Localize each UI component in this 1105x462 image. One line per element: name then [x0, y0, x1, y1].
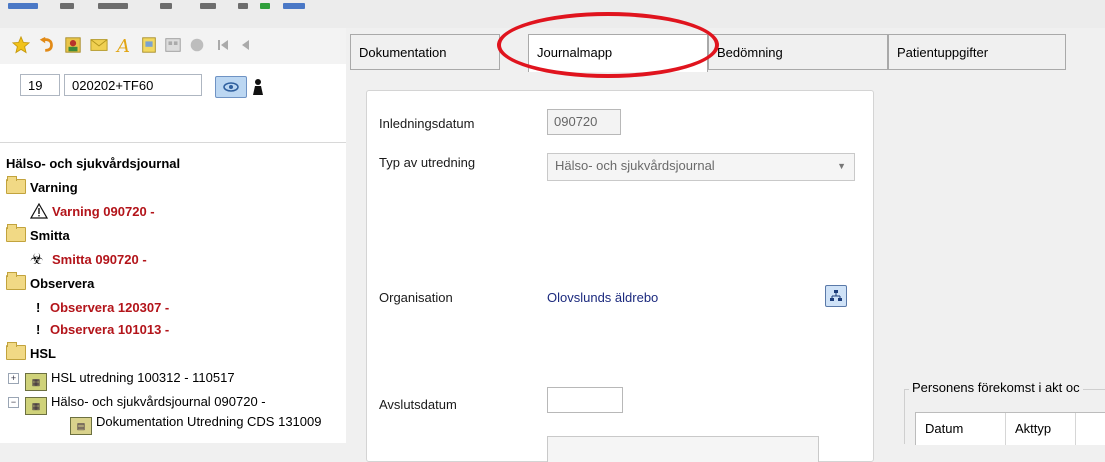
tree-item-observera-1[interactable]: ! Observera 120307 -	[36, 298, 169, 318]
tree-item-label: Dokumentation Utredning CDS 131009	[96, 414, 322, 429]
prev-icon[interactable]	[234, 34, 256, 56]
warning-triangle-icon	[29, 202, 49, 219]
tree-folder-label: Varning	[30, 180, 78, 195]
view-icon[interactable]	[215, 76, 247, 98]
exclamation-icon: !	[36, 322, 41, 337]
tree-item-label: Smitta 090720 -	[52, 252, 147, 267]
toolbar-icon[interactable]	[160, 3, 172, 9]
typ-select[interactable]: Hälso- och sjukvårdsjournal ▼	[547, 153, 855, 181]
divider	[0, 142, 346, 143]
partial-select[interactable]	[547, 436, 819, 462]
collapse-minus-icon[interactable]: −	[8, 397, 19, 408]
note-icon[interactable]	[138, 34, 160, 56]
toolbar-icon[interactable]	[98, 3, 128, 9]
typ-label: Typ av utredning	[379, 155, 476, 170]
undo-icon[interactable]	[36, 34, 58, 56]
document-icon: ▤	[70, 417, 92, 435]
tab-patientuppgifter[interactable]: Patientuppgifter	[888, 34, 1066, 70]
tree-folder-label: Smitta	[30, 228, 70, 243]
left-toolbar: A	[0, 28, 346, 64]
tree-folder-smitta[interactable]: Smitta	[6, 224, 70, 246]
toolbar-icon[interactable]	[238, 3, 248, 9]
tree-item-observera-2[interactable]: ! Observera 101013 -	[36, 320, 169, 340]
document-folder-icon: ▦	[25, 397, 47, 415]
person-icon[interactable]	[62, 34, 84, 56]
tab-journalmapp[interactable]: Journalmapp	[528, 34, 708, 72]
toolbar-icon[interactable]	[8, 3, 38, 9]
toolbar-icon[interactable]	[200, 3, 216, 9]
gallery-icon[interactable]	[162, 34, 184, 56]
svg-text:A: A	[115, 36, 130, 55]
folder-icon	[6, 176, 26, 194]
toolbar-icon[interactable]	[260, 3, 270, 9]
avslutsdatum-field[interactable]	[547, 387, 623, 413]
left-panel: A 19 020202+TF60 Hälso- och sjukvårdsjou…	[0, 28, 347, 443]
tree-item-label: Hälso- och sjukvårdsjournal 090720 -	[51, 394, 266, 409]
tree-folder-hsl[interactable]: HSL	[6, 342, 56, 364]
record-icon[interactable]	[186, 34, 208, 56]
tree-folder-varning[interactable]: Varning	[6, 176, 78, 198]
folder-icon	[6, 272, 26, 290]
patient-id-field[interactable]: 020202+TF60	[64, 74, 202, 96]
organisation-tree-button[interactable]	[825, 285, 847, 307]
forekomst-group-title: Personens förekomst i akt oc	[909, 380, 1083, 395]
tree-folder-label: Observera	[30, 276, 95, 291]
folder-icon	[6, 342, 26, 360]
tree-folder-label: HSL	[30, 346, 56, 361]
folder-icon	[6, 224, 26, 242]
toolbar-icon[interactable]	[283, 3, 305, 9]
inledningsdatum-label: Inledningsdatum	[379, 116, 475, 131]
exclamation-icon: !	[36, 300, 41, 315]
main-area: Dokumentation Journalmapp Bedömning Pati…	[346, 28, 1105, 462]
tree-item-hsl-journal[interactable]: − ▦ Hälso- och sjukvårdsjournal 090720 -	[8, 392, 266, 415]
toolbar-icon[interactable]	[60, 3, 74, 9]
tree-item-hsl-utredning[interactable]: + ▦ HSL utredning 100312 - 110517	[8, 368, 235, 391]
tab-bedomning[interactable]: Bedömning	[708, 34, 888, 70]
tree-item-label: HSL utredning 100312 - 110517	[51, 370, 235, 385]
tree-item-varning[interactable]: Varning 090720 -	[29, 202, 155, 222]
document-folder-icon: ▦	[25, 373, 47, 391]
forekomst-group: Personens förekomst i akt oc Datum Aktty…	[904, 380, 1105, 445]
tree-folder-observera[interactable]: Observera	[6, 272, 95, 294]
tab-bar: Dokumentation Journalmapp Bedömning Pati…	[350, 34, 1105, 72]
typ-select-value: Hälso- och sjukvårdsjournal	[555, 158, 715, 173]
organisation-value: Olovslunds äldrebo	[547, 290, 659, 305]
expand-plus-icon[interactable]: +	[8, 373, 19, 384]
column-header-datum[interactable]: Datum	[916, 413, 1006, 445]
text-style-icon[interactable]: A	[114, 34, 136, 56]
chevron-down-icon: ▼	[837, 161, 846, 171]
forekomst-grid-header: Datum Akttyp	[915, 412, 1105, 445]
tree-item-dokumentation[interactable]: ▤ Dokumentation Utredning CDS 131009	[70, 412, 322, 435]
org-chart-icon	[830, 290, 842, 301]
tree-item-label: Observera 101013 -	[50, 322, 170, 337]
star-icon[interactable]	[10, 34, 32, 56]
tab-dokumentation[interactable]: Dokumentation	[350, 34, 500, 70]
top-toolbar	[0, 0, 1105, 29]
organisation-label: Organisation	[379, 290, 453, 305]
tree-item-label: Varning 090720 -	[52, 204, 155, 219]
first-icon[interactable]	[212, 34, 234, 56]
tree-root-label: Hälso- och sjukvårdsjournal	[6, 156, 181, 171]
person-silhouette-icon[interactable]	[251, 78, 265, 96]
tree-item-label: Observera 120307 -	[50, 300, 170, 315]
journal-form: Inledningsdatum 090720 Typ av utredning …	[366, 90, 874, 462]
mail-icon[interactable]	[88, 34, 110, 56]
avslutsdatum-label: Avslutsdatum	[379, 397, 457, 412]
column-header-akttyp[interactable]: Akttyp	[1006, 413, 1076, 445]
biohazard-icon: ☣	[30, 251, 44, 268]
tree-item-smitta[interactable]: ☣ Smitta 090720 -	[30, 250, 147, 270]
patient-number-field[interactable]: 19	[20, 74, 60, 96]
inledningsdatum-field[interactable]: 090720	[547, 109, 621, 135]
